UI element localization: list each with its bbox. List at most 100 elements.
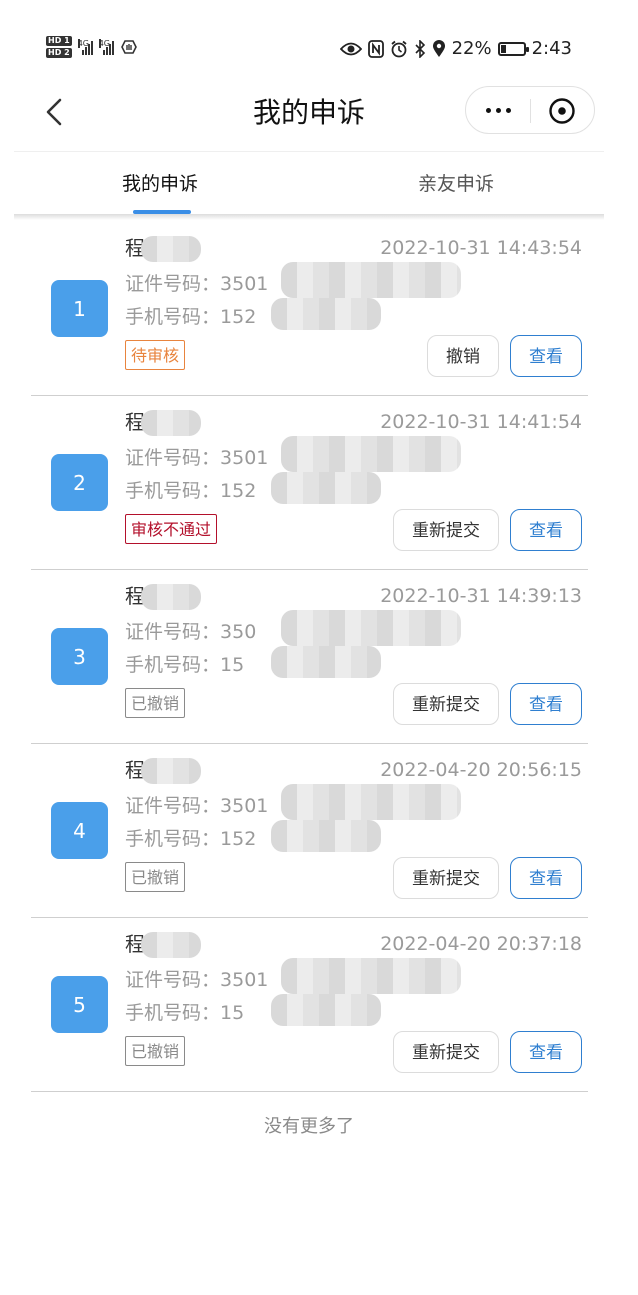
id-label: 证件号码： (125, 273, 221, 295)
no-more-text: 没有更多了 (264, 1116, 354, 1137)
signal-2-icon: 4G (98, 39, 114, 55)
appeal-item: 5 程 2022-04-20 20:37:18 证件号码：3501 手机号码：1… (31, 918, 588, 1092)
status-badge: 已撤销 (125, 862, 186, 892)
phone-value: 152 (220, 480, 257, 502)
id-label: 证件号码： (125, 447, 221, 469)
tab-family-appeals[interactable]: 亲友申诉 (418, 172, 494, 196)
id-redaction (281, 784, 461, 820)
index-badge: 1 (51, 280, 108, 337)
phone-label: 手机号码： (125, 654, 221, 676)
signal-2-label: 4G (98, 39, 110, 48)
more-dots-icon[interactable] (482, 97, 514, 123)
submit-time: 2022-04-20 20:37:18 (380, 933, 582, 955)
phone-redaction (271, 646, 381, 678)
id-value: 3501 (220, 795, 269, 817)
close-circle-icon[interactable] (548, 97, 576, 125)
status-badge: 已撤销 (125, 688, 186, 718)
index-badge: 3 (51, 628, 108, 685)
id-field: 证件号码：3501 (125, 272, 268, 296)
status-bar: HD 1 HD 2 4G 4G 22% 2:43 (0, 0, 638, 96)
name-redaction (141, 236, 201, 262)
appeal-item: 1 程 2022-10-31 14:43:54 证件号码：3501 手机号码：1… (31, 222, 588, 396)
view-button[interactable]: 查看 (510, 509, 582, 551)
phone-label: 手机号码： (125, 828, 221, 850)
phone-redaction (271, 994, 381, 1026)
id-field: 证件号码：3501 (125, 446, 268, 470)
id-field: 证件号码：3501 (125, 968, 268, 992)
id-redaction (281, 958, 461, 994)
resubmit-button[interactable]: 重新提交 (393, 857, 499, 899)
name-redaction (141, 584, 201, 610)
tab-bar: 我的申诉 亲友申诉 (14, 152, 604, 214)
phone-field: 手机号码：152 (125, 827, 256, 851)
id-value: 350 (220, 621, 257, 643)
phone-label: 手机号码： (125, 306, 221, 328)
view-button[interactable]: 查看 (510, 1031, 582, 1073)
id-redaction (281, 436, 461, 472)
phone-field: 手机号码：15 (125, 1001, 244, 1025)
id-label: 证件号码： (125, 795, 221, 817)
phone-field: 手机号码：152 (125, 305, 256, 329)
eye-icon (339, 42, 362, 55)
phone-redaction (271, 298, 381, 330)
id-redaction (281, 262, 461, 298)
status-badge: 待审核 (125, 340, 186, 370)
resubmit-button[interactable]: 重新提交 (393, 1031, 499, 1073)
phone-field: 手机号码：15 (125, 653, 244, 677)
id-field: 证件号码：350 (125, 620, 256, 644)
id-label: 证件号码： (125, 621, 221, 643)
submit-time: 2022-10-31 14:41:54 (380, 411, 582, 433)
phone-label: 手机号码： (125, 480, 221, 502)
view-button[interactable]: 查看 (510, 335, 582, 377)
appeal-item: 2 程 2022-10-31 14:41:54 证件号码：3501 手机号码：1… (31, 396, 588, 570)
battery-percent: 22% (451, 38, 492, 59)
nav-bar: 我的申诉 (0, 86, 638, 152)
index-badge: 2 (51, 454, 108, 511)
status-time: 2:43 (531, 38, 572, 59)
submit-time: 2022-04-20 20:56:15 (380, 759, 582, 781)
appeal-item: 3 程 2022-10-31 14:39:13 证件号码：350 手机号码：15… (31, 570, 588, 744)
capsule-divider (530, 99, 531, 123)
appeal-list: 1 程 2022-10-31 14:43:54 证件号码：3501 手机号码：1… (31, 222, 588, 1092)
appeal-item: 4 程 2022-04-20 20:56:15 证件号码：3501 手机号码：1… (31, 744, 588, 918)
status-badge: 审核不通过 (125, 514, 218, 544)
phone-value: 152 (220, 306, 257, 328)
submit-time: 2022-10-31 14:39:13 (380, 585, 582, 607)
id-value: 3501 (220, 273, 269, 295)
status-badge: 已撤销 (125, 1036, 186, 1066)
phone-redaction (271, 820, 381, 852)
alarm-icon (390, 40, 407, 57)
hand-icon (120, 40, 137, 54)
view-button[interactable]: 查看 (510, 857, 582, 899)
id-field: 证件号码：3501 (125, 794, 268, 818)
phone-redaction (271, 472, 381, 504)
phone-value: 15 (220, 1002, 245, 1024)
revoke-button[interactable]: 撤销 (427, 335, 499, 377)
view-button[interactable]: 查看 (510, 683, 582, 725)
status-bar-right: 22% 2:43 (339, 38, 572, 59)
phone-value: 152 (220, 828, 257, 850)
phone-label: 手机号码： (125, 1002, 221, 1024)
resubmit-button[interactable]: 重新提交 (393, 509, 499, 551)
index-badge: 5 (51, 976, 108, 1033)
phone-field: 手机号码：152 (125, 479, 256, 503)
phone-value: 15 (220, 654, 245, 676)
bluetooth-icon (414, 39, 425, 58)
status-bar-left: HD 1 HD 2 4G 4G (46, 36, 138, 58)
hd1-icon: HD 1 (46, 36, 72, 46)
id-value: 3501 (220, 447, 269, 469)
resubmit-button[interactable]: 重新提交 (393, 683, 499, 725)
signal-1-label: 4G (77, 39, 89, 48)
tab-my-appeals[interactable]: 我的申诉 (122, 172, 198, 196)
id-redaction (281, 610, 461, 646)
battery-icon (497, 41, 529, 56)
battery-fill (500, 44, 506, 53)
tabs-shadow (14, 214, 604, 220)
mini-program-capsule (465, 86, 595, 134)
location-icon (432, 39, 445, 57)
nfc-icon (367, 39, 384, 58)
signal-1-icon: 4G (77, 39, 93, 55)
hd-indicators: HD 1 HD 2 (46, 36, 72, 58)
name-redaction (141, 758, 201, 784)
hd2-icon: HD 2 (46, 48, 72, 58)
